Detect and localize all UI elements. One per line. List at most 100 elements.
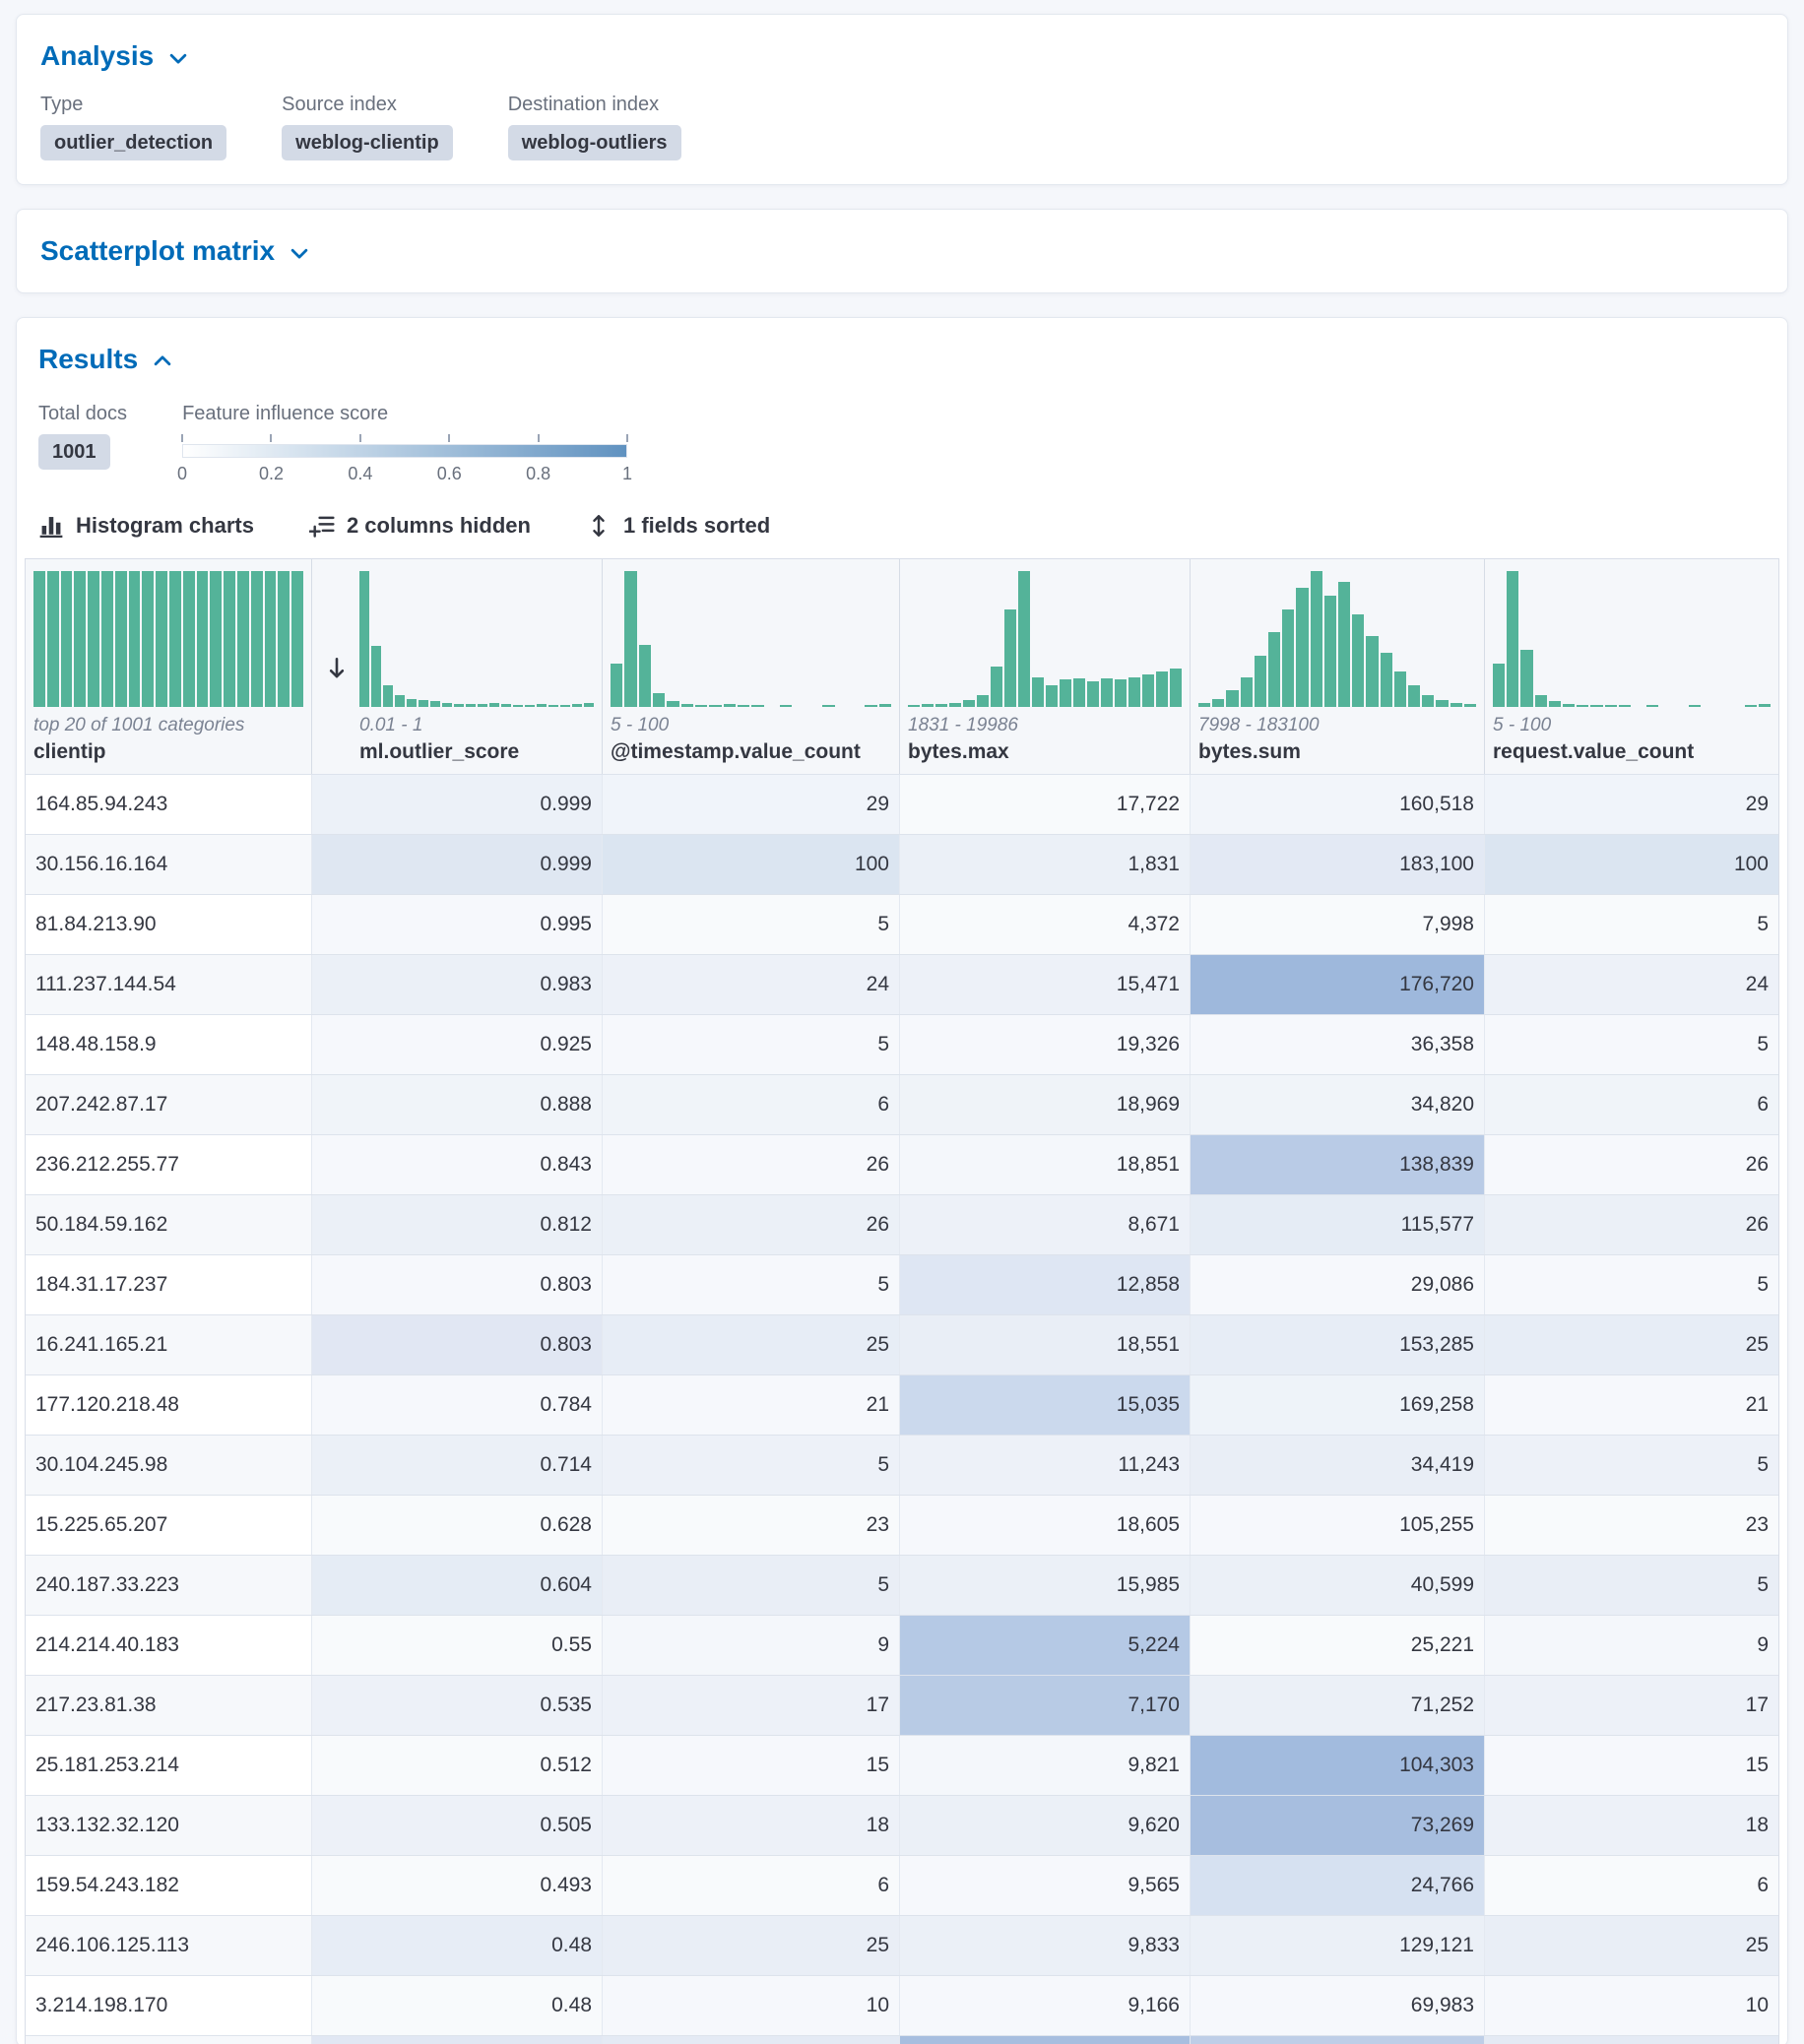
cell-value[interactable]: 5 bbox=[1485, 1255, 1778, 1314]
cell-value[interactable]: 0.995 bbox=[312, 895, 603, 954]
cell-value[interactable]: 5,224 bbox=[900, 1616, 1191, 1675]
column-header-bytes-max[interactable]: 1831 - 19986 bytes.max bbox=[900, 559, 1191, 774]
cell-clientip[interactable]: 214.214.40.183 bbox=[26, 1616, 312, 1675]
cell-value[interactable]: 29 bbox=[1485, 775, 1778, 834]
cell-value[interactable]: 25 bbox=[1485, 1315, 1778, 1374]
column-header-request-value-count[interactable]: 5 - 100 request.value_count bbox=[1485, 559, 1778, 774]
cell-value[interactable]: 9,166 bbox=[900, 1976, 1191, 2035]
cell-value[interactable]: 24 bbox=[1485, 955, 1778, 1014]
cell-value[interactable] bbox=[1191, 2036, 1485, 2044]
cell-value[interactable]: 25 bbox=[603, 1315, 900, 1374]
cell-value[interactable]: 5 bbox=[603, 1255, 900, 1314]
cell-value[interactable] bbox=[312, 2036, 603, 2044]
cell-value[interactable]: 5 bbox=[603, 1556, 900, 1615]
cell-value[interactable]: 25 bbox=[1485, 1916, 1778, 1975]
cell-value[interactable]: 73,269 bbox=[1191, 1796, 1485, 1855]
cell-value[interactable]: 7,998 bbox=[1191, 895, 1485, 954]
column-header-clientip[interactable]: top 20 of 1001 categories clientip bbox=[26, 559, 312, 774]
cell-value[interactable]: 5 bbox=[1485, 1436, 1778, 1495]
cell-clientip[interactable]: 246.106.125.113 bbox=[26, 1916, 312, 1975]
analysis-accordion-toggle[interactable]: Analysis bbox=[40, 38, 189, 74]
column-header-timestamp-value-count[interactable]: 5 - 100 @timestamp.value_count bbox=[603, 559, 900, 774]
cell-value[interactable]: 0.843 bbox=[312, 1135, 603, 1194]
cell-value[interactable]: 15 bbox=[603, 1736, 900, 1795]
cell-value[interactable]: 176,720 bbox=[1191, 955, 1485, 1014]
cell-value[interactable] bbox=[900, 2036, 1191, 2044]
cell-value[interactable]: 5 bbox=[1485, 895, 1778, 954]
cell-value[interactable]: 5 bbox=[603, 895, 900, 954]
cell-value[interactable]: 21 bbox=[1485, 1375, 1778, 1435]
cell-value[interactable]: 18 bbox=[1485, 1796, 1778, 1855]
cell-value[interactable]: 0.803 bbox=[312, 1315, 603, 1374]
fields-sorted-button[interactable]: 1 fields sorted bbox=[586, 513, 770, 539]
cell-value[interactable]: 5 bbox=[603, 1015, 900, 1074]
cell-value[interactable]: 26 bbox=[603, 1135, 900, 1194]
cell-value[interactable]: 26 bbox=[1485, 1135, 1778, 1194]
cell-value[interactable] bbox=[603, 2036, 900, 2044]
cell-value[interactable]: 169,258 bbox=[1191, 1375, 1485, 1435]
cell-value[interactable]: 6 bbox=[603, 1856, 900, 1915]
cell-value[interactable]: 160,518 bbox=[1191, 775, 1485, 834]
cell-value[interactable]: 18,969 bbox=[900, 1075, 1191, 1134]
cell-value[interactable]: 1,831 bbox=[900, 835, 1191, 894]
cell-value[interactable]: 0.999 bbox=[312, 775, 603, 834]
cell-value[interactable]: 0.803 bbox=[312, 1255, 603, 1314]
cell-value[interactable]: 138,839 bbox=[1191, 1135, 1485, 1194]
cell-clientip[interactable]: 240.187.33.223 bbox=[26, 1556, 312, 1615]
cell-value[interactable]: 0.999 bbox=[312, 835, 603, 894]
scatterplot-accordion-toggle[interactable]: Scatterplot matrix bbox=[40, 233, 310, 269]
cell-value[interactable]: 8,671 bbox=[900, 1195, 1191, 1254]
cell-value[interactable]: 129,121 bbox=[1191, 1916, 1485, 1975]
cell-value[interactable]: 18,551 bbox=[900, 1315, 1191, 1374]
results-accordion-toggle[interactable]: Results bbox=[38, 342, 173, 377]
cell-clientip[interactable]: 177.120.218.48 bbox=[26, 1375, 312, 1435]
cell-value[interactable]: 100 bbox=[1485, 835, 1778, 894]
cell-clientip[interactable]: 133.132.32.120 bbox=[26, 1796, 312, 1855]
cell-value[interactable]: 0.714 bbox=[312, 1436, 603, 1495]
cell-value[interactable]: 15 bbox=[1485, 1736, 1778, 1795]
cell-value[interactable]: 0.48 bbox=[312, 1916, 603, 1975]
cell-value[interactable]: 9,833 bbox=[900, 1916, 1191, 1975]
cell-value[interactable]: 18 bbox=[603, 1796, 900, 1855]
cell-value[interactable]: 15,985 bbox=[900, 1556, 1191, 1615]
cell-value[interactable]: 0.888 bbox=[312, 1075, 603, 1134]
cell-value[interactable]: 29,086 bbox=[1191, 1255, 1485, 1314]
cell-value[interactable]: 9,565 bbox=[900, 1856, 1191, 1915]
cell-clientip[interactable] bbox=[26, 2036, 312, 2044]
cell-value[interactable]: 17,722 bbox=[900, 775, 1191, 834]
cell-clientip[interactable]: 16.241.165.21 bbox=[26, 1315, 312, 1374]
cell-value[interactable]: 0.812 bbox=[312, 1195, 603, 1254]
cell-value[interactable]: 23 bbox=[1485, 1496, 1778, 1555]
column-header-bytes-sum[interactable]: 7998 - 183100 bytes.sum bbox=[1191, 559, 1485, 774]
cell-value[interactable]: 25 bbox=[603, 1916, 900, 1975]
cell-value[interactable]: 21 bbox=[603, 1375, 900, 1435]
cell-value[interactable]: 0.628 bbox=[312, 1496, 603, 1555]
cell-value[interactable]: 34,820 bbox=[1191, 1075, 1485, 1134]
cell-value[interactable]: 0.505 bbox=[312, 1796, 603, 1855]
cell-value[interactable]: 7,170 bbox=[900, 1676, 1191, 1735]
cell-value[interactable]: 17 bbox=[603, 1676, 900, 1735]
cell-clientip[interactable]: 81.84.213.90 bbox=[26, 895, 312, 954]
cell-value[interactable]: 183,100 bbox=[1191, 835, 1485, 894]
cell-value[interactable]: 0.512 bbox=[312, 1736, 603, 1795]
cell-value[interactable]: 11,243 bbox=[900, 1436, 1191, 1495]
cell-value[interactable]: 0.48 bbox=[312, 1976, 603, 2035]
histogram-charts-button[interactable]: Histogram charts bbox=[38, 513, 254, 539]
cell-value[interactable]: 0.784 bbox=[312, 1375, 603, 1435]
cell-value[interactable]: 5 bbox=[1485, 1556, 1778, 1615]
cell-value[interactable]: 24 bbox=[603, 955, 900, 1014]
cell-value[interactable] bbox=[1485, 2036, 1778, 2044]
cell-value[interactable]: 23 bbox=[603, 1496, 900, 1555]
cell-value[interactable]: 5 bbox=[1485, 1015, 1778, 1074]
cell-value[interactable]: 4,372 bbox=[900, 895, 1191, 954]
cell-clientip[interactable]: 30.104.245.98 bbox=[26, 1436, 312, 1495]
cell-value[interactable]: 9,821 bbox=[900, 1736, 1191, 1795]
cell-value[interactable]: 0.55 bbox=[312, 1616, 603, 1675]
cell-clientip[interactable]: 25.181.253.214 bbox=[26, 1736, 312, 1795]
cell-value[interactable]: 15,035 bbox=[900, 1375, 1191, 1435]
cell-clientip[interactable]: 217.23.81.38 bbox=[26, 1676, 312, 1735]
cell-value[interactable]: 0.925 bbox=[312, 1015, 603, 1074]
cell-value[interactable]: 6 bbox=[1485, 1856, 1778, 1915]
cell-clientip[interactable]: 159.54.243.182 bbox=[26, 1856, 312, 1915]
cell-value[interactable]: 105,255 bbox=[1191, 1496, 1485, 1555]
